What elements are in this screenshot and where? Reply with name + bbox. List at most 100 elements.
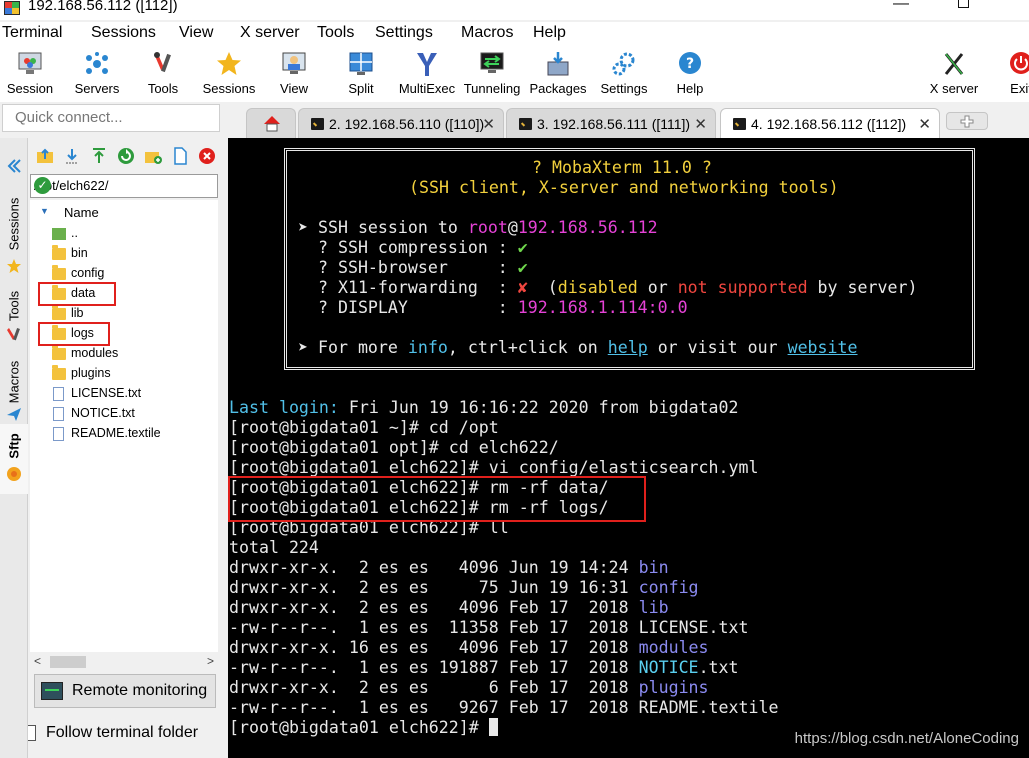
folder-icon xyxy=(52,265,66,280)
new-folder-icon[interactable] xyxy=(144,147,162,165)
sftp-path-field[interactable]: /opt/elch622/ ✓ xyxy=(30,174,218,198)
multiexec-icon xyxy=(417,53,437,76)
list-item[interactable]: modules xyxy=(30,344,218,364)
delete-icon[interactable] xyxy=(198,147,216,165)
main-toolbar: Session Servers Tools Sessions View Spli… xyxy=(0,46,1029,102)
file-name: README.textile xyxy=(71,426,161,440)
close-icon[interactable]: ✕ xyxy=(918,115,931,133)
new-tab-button[interactable] xyxy=(946,112,988,130)
menu-tools[interactable]: Tools xyxy=(317,24,354,42)
website-link[interactable]: website xyxy=(788,338,858,357)
tools-label: Tools xyxy=(147,81,179,96)
tab-label: 4. 192.168.56.112 ([112]) xyxy=(751,116,907,132)
monitor-icon xyxy=(41,682,63,700)
x-server-icon xyxy=(944,53,964,75)
svg-text:?: ? xyxy=(686,56,694,72)
upload-icon[interactable] xyxy=(90,147,108,165)
scrollbar-thumb[interactable] xyxy=(50,656,86,668)
list-item[interactable]: README.textile xyxy=(30,424,218,444)
follow-terminal-folder-checkbox[interactable]: Follow terminal folder xyxy=(28,722,228,746)
banner-ssh-browser: ? SSH-browser : ✔ xyxy=(298,258,528,277)
tab-session-110[interactable]: 2. 192.168.56.110 ([110]) ✕ xyxy=(298,108,504,138)
tools-button[interactable]: Tools xyxy=(127,48,199,96)
tunneling-icon xyxy=(480,52,504,73)
minimize-icon: — xyxy=(893,0,909,12)
close-icon[interactable]: ✕ xyxy=(482,115,495,133)
listing-row: drwxr-xr-x. 2 es es 75 Jun 19 16:31 conf… xyxy=(229,578,699,597)
list-item[interactable]: LICENSE.txt xyxy=(30,384,218,404)
refresh-icon[interactable] xyxy=(117,147,135,165)
file-name: modules xyxy=(71,346,119,360)
maximize-button[interactable] xyxy=(940,0,986,20)
list-item[interactable]: NOTICE.txt xyxy=(30,404,218,424)
tools-icon xyxy=(7,328,20,341)
side-tab-sftp[interactable]: Sftp xyxy=(7,433,22,458)
menu-sessions[interactable]: Sessions xyxy=(91,24,156,42)
menu-x-server[interactable]: X server xyxy=(240,24,300,42)
packages-button[interactable]: Packages xyxy=(522,48,594,96)
checkbox-icon[interactable] xyxy=(28,725,36,741)
x-server-button[interactable]: X server xyxy=(918,48,990,96)
settings-button[interactable]: Settings xyxy=(588,48,660,96)
star-icon xyxy=(217,52,241,75)
tab-session-112[interactable]: 4. 192.168.56.112 ([112]) ✕ xyxy=(720,108,940,138)
list-item[interactable]: config xyxy=(30,264,218,284)
split-button[interactable]: Split xyxy=(325,48,397,96)
close-icon[interactable]: ✕ xyxy=(694,115,707,133)
collapse-icon[interactable] xyxy=(6,158,22,174)
tab-session-111[interactable]: 3. 192.168.56.111 ([111]) ✕ xyxy=(506,108,716,138)
scroll-left-icon[interactable]: < xyxy=(34,654,41,668)
check-icon[interactable]: ✓ xyxy=(34,177,51,194)
help-icon: ? xyxy=(679,52,701,74)
help-label: Help xyxy=(676,81,704,96)
horizontal-scrollbar[interactable]: < > xyxy=(30,654,218,670)
file-name: bin xyxy=(71,246,88,260)
session-button[interactable]: Session xyxy=(0,48,66,96)
file-icon xyxy=(53,427,64,441)
list-item-parent[interactable]: .. xyxy=(30,224,218,244)
menu-help[interactable]: Help xyxy=(533,24,566,42)
exit-button[interactable]: Exit xyxy=(985,48,1029,96)
listing-row: drwxr-xr-x. 2 es es 4096 Feb 17 2018 lib xyxy=(229,598,669,617)
list-item[interactable]: plugins xyxy=(30,364,218,384)
scroll-right-icon[interactable]: > xyxy=(207,654,214,668)
file-name: config xyxy=(71,266,105,280)
quick-connect-input[interactable]: Quick connect... xyxy=(2,104,220,132)
download-icon[interactable] xyxy=(63,147,81,165)
sort-caret-icon: ▼ xyxy=(40,206,49,216)
side-tab-macros[interactable]: Macros xyxy=(7,361,22,404)
servers-button[interactable]: Servers xyxy=(61,48,133,96)
split-label: Split xyxy=(348,81,374,96)
menu-view[interactable]: View xyxy=(179,24,213,42)
tab-home[interactable] xyxy=(246,108,296,138)
view-button[interactable]: View xyxy=(258,48,330,96)
menu-macros[interactable]: Macros xyxy=(461,24,513,42)
menu-terminal[interactable]: Terminal xyxy=(2,24,62,42)
help-link[interactable]: help xyxy=(608,338,648,357)
session-label: Session xyxy=(6,81,54,96)
side-tab-tools[interactable]: Tools xyxy=(7,291,22,321)
side-tab-sessions[interactable]: Sessions xyxy=(7,198,22,251)
listing-row: -rw-r--r--. 1 es es 9267 Feb 17 2018 REA… xyxy=(229,698,779,717)
terminal-pane[interactable]: ? MobaXterm 11.0 ? (SSH client, X-server… xyxy=(228,138,1029,758)
session-tab-bar: 2. 192.168.56.110 ([110]) ✕ 3. 192.168.5… xyxy=(228,104,1029,138)
help-button[interactable]: ? Help xyxy=(654,48,726,96)
name-column-header[interactable]: ▼ Name xyxy=(30,204,218,222)
sftp-toolbar xyxy=(28,144,228,168)
highlight-box-logs xyxy=(38,322,110,346)
menu-settings[interactable]: Settings xyxy=(375,24,433,42)
list-item[interactable]: bin xyxy=(30,244,218,264)
title-bar: 192.168.56.112 ([112]) — xyxy=(0,0,1029,20)
listing-row: drwxr-xr-x. 16 es es 4096 Feb 17 2018 mo… xyxy=(229,638,709,657)
tunneling-button[interactable]: Tunneling xyxy=(456,48,528,96)
multiexec-button[interactable]: MultiExec xyxy=(391,48,463,96)
packages-label: Packages xyxy=(529,81,587,96)
new-file-icon[interactable] xyxy=(171,147,189,165)
remote-monitoring-button[interactable]: Remote monitoring xyxy=(34,674,216,708)
prompt-line: [root@bigdata01 elch622]# xyxy=(229,718,498,738)
list-item[interactable]: lib xyxy=(30,304,218,324)
folder-up-icon[interactable] xyxy=(36,147,54,165)
banner-x11-forwarding: ? X11-forwarding : ✘ (disabled or not su… xyxy=(298,278,918,297)
minimize-button[interactable]: — xyxy=(878,0,924,20)
sessions-button[interactable]: Sessions xyxy=(193,48,265,96)
